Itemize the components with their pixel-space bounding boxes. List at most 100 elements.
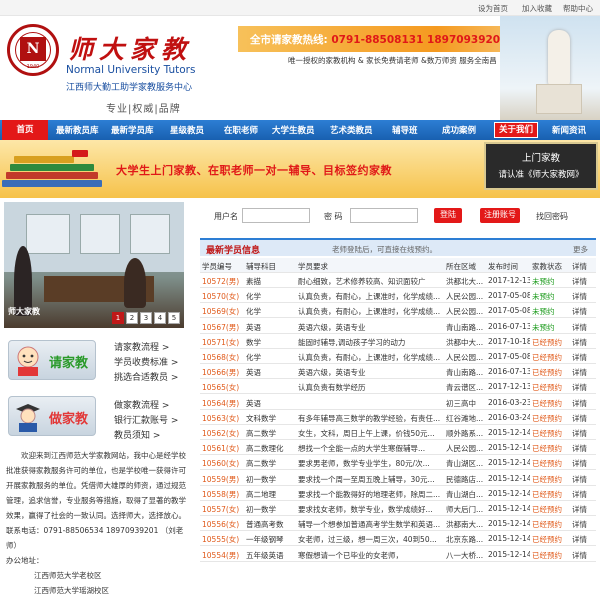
detail-link[interactable]: 详情 — [572, 398, 596, 409]
help-center-link[interactable]: 帮助中心 — [563, 3, 593, 14]
slide-dot-1[interactable]: 1 — [112, 312, 124, 324]
detail-link[interactable]: 详情 — [572, 413, 596, 424]
status: 已经预约 — [532, 444, 562, 454]
detail-link[interactable]: 详情 — [572, 337, 596, 348]
subject: 五年级英语 — [246, 550, 284, 560]
hotline-label: 全市请家教热线: — [250, 34, 328, 46]
become-tutor-button[interactable]: 做家教 — [8, 396, 96, 436]
nav-item-teachers[interactable]: 在职老师 — [224, 124, 258, 136]
table-row[interactable]: 10560(女) 高二数学 要求男老师，数学专业学生，80元/次... 青山湖区...… — [200, 455, 596, 471]
student-id: 10556(女) — [202, 520, 240, 530]
slide-dot-4[interactable]: 4 — [154, 312, 166, 324]
subject: 化学 — [246, 353, 261, 362]
detail-link[interactable]: 详情 — [572, 489, 596, 500]
slide-dot-3[interactable]: 3 — [140, 312, 152, 324]
set-homepage-link[interactable]: 设为首页 — [478, 3, 508, 14]
detail-link[interactable]: 详情 — [572, 458, 596, 469]
detail-link[interactable]: 详情 — [572, 443, 596, 454]
password-input[interactable] — [350, 208, 418, 223]
choose-tutor-link[interactable]: 挑选合适教员 > — [114, 370, 178, 383]
nav-item-college-tutors[interactable]: 大学生教员 — [272, 124, 315, 136]
add-favorite-link[interactable]: 加入收藏 — [522, 3, 552, 14]
tutor-process-link[interactable]: 做家教流程 > — [114, 398, 169, 411]
logo-seal[interactable]: N 1940 — [7, 24, 59, 76]
detail-link[interactable]: 详情 — [572, 322, 596, 333]
table-row[interactable]: 10562(女) 高二数学 女生，文科，周日上午上课，价钱50元... 顺外路系...… — [200, 425, 596, 440]
intro-text: 欢迎来到江西师范大学家教网站，我中心是经学校批准获得家教服务许可的单位，也是学校… — [6, 448, 186, 598]
nav-item-about-us[interactable]: 关于我们 — [494, 122, 538, 138]
table-row[interactable]: 10556(女) 普通高考数 辅导一个想参加普通高考学生数学和英语... 洪都南大..… — [200, 516, 596, 532]
table-row[interactable]: 10554(男) 五年级英语 寒假想请一个已毕业的女老师， 八一大桥... 2015-1… — [200, 547, 596, 562]
detail-link[interactable]: 详情 — [572, 474, 596, 485]
student-id: 10563(女) — [202, 413, 240, 423]
publish-date: 2015-12-14 — [488, 534, 530, 544]
detail-link[interactable]: 详情 — [572, 534, 596, 545]
nav-item-art-tutors[interactable]: 艺术类教员 — [330, 124, 373, 136]
nav-item-news[interactable]: 新闻资讯 — [552, 124, 586, 136]
table-row[interactable]: 10557(女) 初一数学 要求找女老师，数学专业，数学成绩好... 师大后门... 2… — [200, 501, 596, 516]
seal-year: 1940 — [26, 64, 40, 70]
requirement: 辅导一个想参加普通高考学生数学和英语... — [298, 520, 441, 530]
request-process-link[interactable]: 请家教流程 > — [114, 340, 169, 353]
table-row[interactable]: 10565(女) 认真负责有数学经历 青云谱区... 2017-12-13 已经预约 详情 — [200, 379, 596, 395]
table-row[interactable]: 10571(女) 数学 能固时辅导,调动孩子学习的动力 洪都中大... 2017-10-… — [200, 334, 596, 349]
publish-date: 2017-10-18 — [488, 336, 530, 346]
subject: 高二地理 — [246, 489, 276, 499]
column-header: 发布时间 — [488, 262, 518, 271]
column-header: 学员编号 — [202, 262, 232, 271]
banner-headline: 大学生上门家教、在职老师一对一辅导、目标签约家教 — [116, 164, 392, 177]
table-row[interactable]: 10566(男) 英语 英语六级，英语专业 青山南路... 2016-07-13 已经预约… — [200, 364, 596, 380]
banner-callout-subtitle: 请认准《师大家教网》 — [498, 170, 584, 180]
detail-link[interactable]: 详情 — [572, 519, 596, 530]
nav-item-classes[interactable]: 辅导班 — [392, 124, 418, 136]
detail-link[interactable]: 详情 — [572, 550, 596, 561]
detail-link[interactable]: 详情 — [572, 367, 596, 378]
detail-link[interactable]: 详情 — [572, 352, 596, 363]
detail-link[interactable]: 详情 — [572, 291, 596, 302]
subject: 文科数学 — [246, 413, 276, 423]
username-input[interactable] — [242, 208, 310, 223]
nav-item-latest-tutors[interactable]: 最新教员库 — [56, 124, 99, 136]
bank-account-link[interactable]: 银行汇款账号 > — [114, 413, 178, 426]
forgot-password-link[interactable]: 找回密码 — [536, 211, 568, 222]
register-button[interactable]: 注册账号 — [480, 208, 520, 223]
detail-link[interactable]: 详情 — [572, 504, 596, 515]
table-row[interactable]: 10558(男) 高二地理 要求找一个能教得好的地理老师，除周二... 青山湖白...… — [200, 486, 596, 501]
hotline-phone-1: 0791-88508131 — [331, 34, 424, 46]
student-list-title: 最新学员信息 — [206, 246, 261, 256]
request-tutor-button[interactable]: 请家教 — [8, 340, 96, 380]
table-row[interactable]: 10570(女) 化学 认真负责，有耐心，上课准时，化学成绩... 人民公园... 20… — [200, 288, 596, 304]
table-row[interactable]: 10561(女) 高二数理化 想找一个全能一点的大学生寒假辅导... 人民公园... 2… — [200, 440, 596, 456]
status: 已经预约 — [532, 474, 562, 484]
login-button[interactable]: 登陆 — [434, 208, 462, 223]
publish-date: 2016-03-23 — [488, 397, 530, 407]
table-row[interactable]: 10555(女) 一年级钢琴 女老师，过三级，想一周三次，40到50... 北京东路.… — [200, 531, 596, 547]
detail-link[interactable]: 详情 — [572, 306, 596, 317]
area: 红谷滩地... — [446, 413, 484, 423]
detail-link[interactable]: 详情 — [572, 428, 596, 439]
table-row[interactable]: 10569(女) 化学 认真负责，有耐心，上课准时，化学成绩... 人民公园... 20… — [200, 303, 596, 319]
slide-dot-2[interactable]: 2 — [126, 312, 138, 324]
subject: 化学 — [246, 307, 261, 317]
password-label: 密 码 — [324, 212, 343, 221]
student-list-notice: 老师登陆后，可直接在线预约。 — [332, 245, 437, 254]
detail-link[interactable]: 详情 — [572, 382, 596, 393]
status: 未预约 — [532, 292, 555, 302]
table-row[interactable]: 10567(男) 英语 英语六级，英语专业 青山南路... 2016-07-13 未预约 详… — [200, 319, 596, 334]
table-row[interactable]: 10559(男) 初一数学 要求找一个周一至周五晚上辅导，30元... 民德路店...… — [200, 471, 596, 486]
student-fee-link[interactable]: 学员收费标准 > — [114, 355, 178, 368]
nav-home[interactable]: 首页 — [2, 120, 48, 140]
table-row[interactable]: 10572(男) 素描 耐心细致，艺术修养较高、知识面较广 洪都北大... 2017-1… — [200, 273, 596, 288]
table-row[interactable]: 10568(女) 化学 认真负责，有耐心，上课准时，化学成绩... 人民公园... 20… — [200, 349, 596, 364]
requirement: 认真负责有数学经历 — [298, 383, 366, 393]
more-link[interactable]: 更多 — [573, 244, 588, 255]
nav-item-star-tutors[interactable]: 星级教员 — [170, 124, 204, 136]
tutor-notice-link[interactable]: 教员须知 > — [114, 428, 160, 441]
login-form: 用户名 密 码 登陆 注册账号 找回密码 — [200, 202, 596, 230]
slide-dot-5[interactable]: 5 — [168, 312, 180, 324]
nav-item-cases[interactable]: 成功案例 — [442, 124, 476, 136]
detail-link[interactable]: 详情 — [572, 276, 596, 287]
table-row[interactable]: 10564(男) 英语 初三高中 2016-03-23 已经预约 详情 — [200, 395, 596, 410]
nav-item-latest-students[interactable]: 最新学员库 — [111, 124, 154, 136]
table-row[interactable]: 10563(女) 文科数学 有多年辅导高三数学的教学经验，有责任... 红谷滩地...… — [200, 410, 596, 425]
